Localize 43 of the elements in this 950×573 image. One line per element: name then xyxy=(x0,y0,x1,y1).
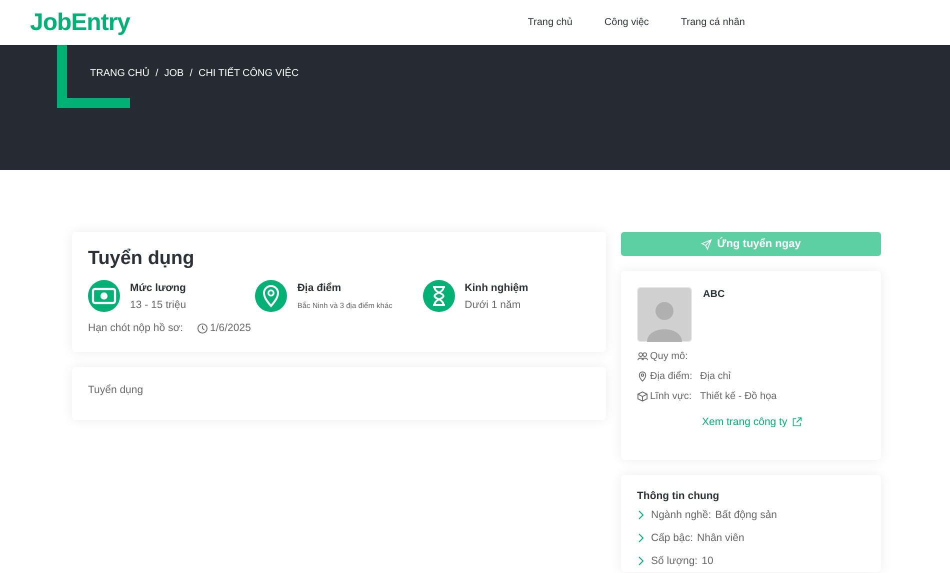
nav-link[interactable]: Công việc xyxy=(604,17,649,28)
fact-label: Kinh nghiệm xyxy=(464,282,528,294)
company-name: ABC xyxy=(703,289,725,302)
breadcrumb-separator: / xyxy=(190,68,192,79)
breadcrumb-link[interactable]: TRANG CHỦ xyxy=(90,68,150,79)
breadcrumb-link[interactable]: CHI TIẾT CÔNG VIỆC xyxy=(198,68,299,79)
field-value: Bất động sản xyxy=(715,508,778,520)
field-label: Số lượng: xyxy=(651,554,698,566)
people-icon xyxy=(637,351,648,362)
field-label: Địa điểm: xyxy=(650,371,694,382)
hourglass-icon xyxy=(422,280,455,312)
field-value: Nhân viên xyxy=(697,532,744,544)
chevron-icon xyxy=(637,532,645,542)
clock-icon xyxy=(197,322,208,334)
field-label: Ngành nghề: xyxy=(651,508,712,520)
deadline-label: Hạn chót nộp hồ sơ: xyxy=(88,322,184,334)
map-pin-icon xyxy=(637,371,648,382)
fact-label: Địa điểm xyxy=(297,282,342,294)
field-label: Quy mô: xyxy=(650,351,689,362)
company-avatar xyxy=(637,287,692,342)
fact-label: Mức lương xyxy=(130,282,186,294)
breadcrumb-link[interactable]: JOB xyxy=(164,68,184,79)
field-value: Thiết kế - Đồ họa xyxy=(700,391,777,402)
field-label: Cấp bậc: xyxy=(651,532,694,544)
breadcrumb-separator: / xyxy=(155,68,158,79)
field-value: 10 xyxy=(702,554,714,566)
job-description: Tuyển dụng xyxy=(88,384,144,396)
box-icon xyxy=(637,391,648,402)
chevron-icon xyxy=(637,510,645,520)
send-icon xyxy=(701,238,712,250)
fact-value: Dưới 1 năm xyxy=(464,299,522,311)
job-title: Tuyển dụng xyxy=(88,248,196,270)
section-title: Thông tin chung xyxy=(637,490,720,502)
nav-link[interactable]: Trang chủ xyxy=(528,17,572,28)
map-pin-icon xyxy=(255,280,288,312)
deadline-date: 1/6/2025 xyxy=(210,322,251,334)
money-icon xyxy=(88,280,120,312)
field-value: Địa chỉ xyxy=(700,371,731,382)
nav-link[interactable]: Trang cá nhân xyxy=(680,17,745,28)
chevron-icon xyxy=(637,556,645,566)
fact-value: 13 - 15 triệu xyxy=(130,299,186,311)
field-label: Lĩnh vực: xyxy=(650,391,693,402)
external-link-icon xyxy=(792,417,802,427)
